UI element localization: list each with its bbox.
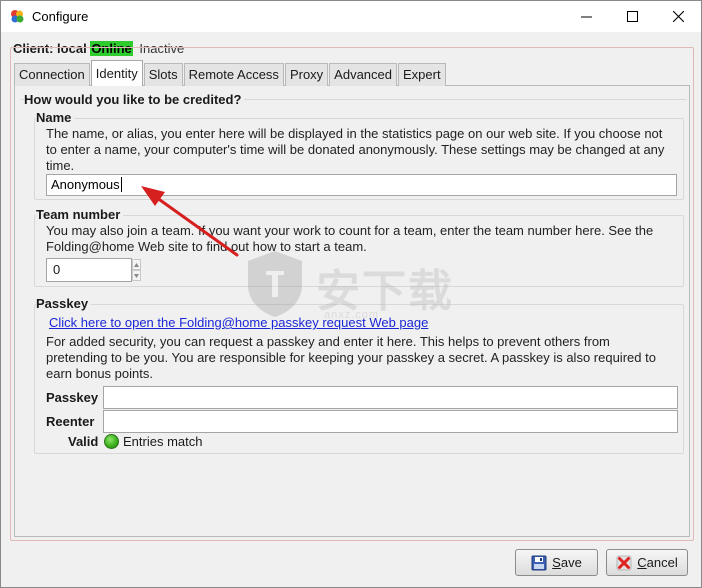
tab-bar: Connection Identity Slots Remote Access … (14, 60, 447, 86)
passkey-request-link[interactable]: Click here to open the Folding@home pass… (49, 315, 428, 330)
save-icon (531, 555, 547, 570)
tab-expert[interactable]: Expert (398, 63, 446, 86)
passkey-description-line-1: For added security, you can request a pa… (46, 334, 610, 349)
chevron-down-icon (134, 273, 139, 278)
passkey-group-title: Passkey (36, 296, 92, 311)
cancel-button-label: Cancel (637, 555, 678, 570)
tab-slots[interactable]: Slots (143, 63, 183, 86)
cancel-icon (616, 555, 632, 570)
configure-window: Configure Client: local Online Inactive … (0, 0, 702, 588)
spin-down-button[interactable] (132, 270, 141, 281)
reenter-passkey-input[interactable] (103, 410, 678, 433)
title-bar: Configure (1, 1, 701, 32)
team-group-title: Team number (36, 207, 124, 222)
name-group-title: Name (36, 110, 75, 125)
chevron-up-icon (134, 262, 139, 267)
name-input[interactable]: Anonymous (46, 174, 677, 196)
save-button[interactable]: Save (515, 549, 598, 576)
text-cursor (120, 177, 122, 192)
minimize-button[interactable] (563, 1, 609, 32)
reenter-label: Reenter (46, 414, 95, 429)
passkey-label: Passkey (46, 390, 99, 405)
team-number-spinbox[interactable]: 0 (46, 258, 132, 282)
valid-status-text: Entries match (123, 434, 203, 449)
tab-identity[interactable]: Identity (90, 60, 143, 86)
maximize-button[interactable] (609, 1, 655, 32)
team-description-line-1: You may also join a team. If you want yo… (46, 223, 654, 238)
name-input-value: Anonymous (51, 177, 120, 192)
spin-up-button[interactable] (132, 259, 141, 270)
valid-status-led-icon (104, 434, 119, 449)
minimize-icon (580, 16, 592, 18)
tab-connection[interactable]: Connection (14, 63, 90, 86)
team-number-value: 0 (53, 262, 61, 277)
tab-proxy[interactable]: Proxy (284, 63, 329, 86)
passkey-description-line-3: earn bonus points. (46, 366, 153, 381)
credited-heading: How would you like to be credited? (24, 92, 245, 107)
tab-remote-access[interactable]: Remote Access (183, 63, 284, 86)
passkey-description-line-2: pretending to be you. You are responsibl… (46, 350, 656, 365)
valid-label: Valid (68, 434, 99, 449)
name-description-line-2: to enter a name, your computer's time wi… (46, 142, 665, 157)
tab-advanced[interactable]: Advanced (329, 63, 397, 86)
save-button-label: Save (552, 555, 582, 570)
folding-at-home-app-icon (11, 10, 24, 23)
close-button[interactable] (655, 1, 701, 32)
window-title: Configure (32, 9, 89, 24)
maximize-icon (626, 11, 638, 22)
cancel-button[interactable]: Cancel (606, 549, 688, 576)
close-icon (672, 11, 684, 22)
passkey-input[interactable] (103, 386, 678, 409)
name-description-line-1: The name, or alias, you enter here will … (46, 126, 663, 141)
name-description-line-3: time. (46, 158, 75, 173)
team-description-line-2: Folding@home Web site to find out how to… (46, 239, 367, 254)
